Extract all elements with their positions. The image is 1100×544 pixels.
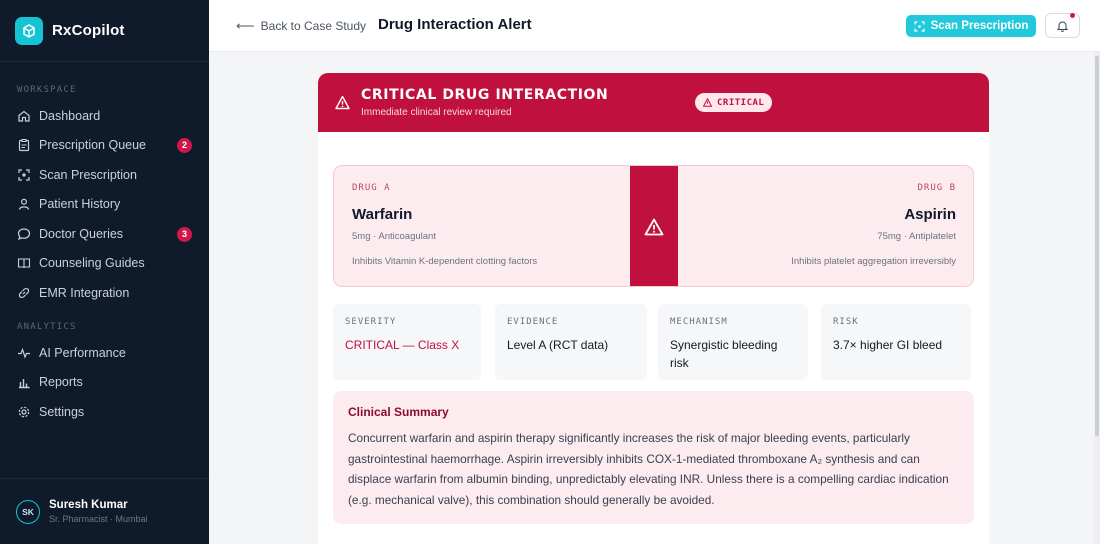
notifications-button[interactable] xyxy=(1045,13,1080,38)
clinical-summary-text: Concurrent warfarin and aspirin therapy … xyxy=(348,431,949,507)
mechanism-stat: MECHANISM Synergistic bleeding risk xyxy=(658,304,808,380)
link-icon xyxy=(18,287,30,299)
risk-value: 3.7× higher GI bleed xyxy=(833,338,943,352)
sidebar: RxCopilot WORKSPACE Dashboard Prescripti… xyxy=(0,0,209,544)
drug-b-name: Aspirin xyxy=(904,206,956,223)
sidebar-item-label: Dashboard xyxy=(39,109,101,123)
stat-label: EVIDENCE xyxy=(507,317,559,327)
evidence-stat: EVIDENCE Level A (RCT data) xyxy=(495,304,647,380)
sidebar-item-label: AI Performance xyxy=(39,346,126,360)
page-title: Drug Interaction Alert xyxy=(378,16,532,33)
clinical-summary: Clinical Summary Concurrent warfarin and… xyxy=(333,391,974,524)
severity-value: CRITICAL — Class X xyxy=(345,338,460,352)
user-icon xyxy=(18,198,30,210)
sidebar-item-label: Reports xyxy=(39,375,83,389)
sidebar-item-patient-history[interactable]: Patient History xyxy=(0,191,209,217)
analytics-section-label: ANALYTICS xyxy=(17,322,77,332)
sidebar-item-label: Patient History xyxy=(39,197,121,211)
back-link-label: Back to Case Study xyxy=(260,19,367,33)
sidebar-item-emr-integration[interactable]: EMR Integration xyxy=(0,280,209,306)
critical-badge-label: CRITICAL xyxy=(717,97,765,108)
arrow-left-icon: ⟵ xyxy=(236,18,255,33)
drug-a-meta: 5mg · Anticoagulant xyxy=(352,231,436,242)
scan-icon xyxy=(18,169,30,181)
stat-label: MECHANISM xyxy=(670,317,728,327)
sidebar-item-dashboard[interactable]: Dashboard xyxy=(0,103,209,129)
sidebar-item-counseling-guides[interactable]: Counseling Guides xyxy=(0,250,209,276)
sidebar-item-prescription-queue[interactable]: Prescription Queue 2 xyxy=(0,132,209,158)
alert-subtitle: Immediate clinical review required xyxy=(361,107,512,118)
drug-b-effect: Inhibits platelet aggregation irreversib… xyxy=(791,256,956,267)
scrollbar-thumb[interactable] xyxy=(1095,56,1099,436)
drug-a-label: DRUG A xyxy=(352,183,391,193)
stat-label: RISK xyxy=(833,317,859,327)
clinical-summary-title: Clinical Summary xyxy=(348,405,449,419)
sidebar-item-doctor-queries[interactable]: Doctor Queries 3 xyxy=(0,221,209,247)
user-profile[interactable]: SK Suresh Kumar Sr. Pharmacist · Mumbai xyxy=(0,478,209,544)
home-icon xyxy=(18,110,30,122)
brand[interactable]: RxCopilot xyxy=(0,0,209,62)
queue-count-badge: 2 xyxy=(177,137,192,153)
book-icon xyxy=(17,258,31,269)
evidence-value: Level A (RCT data) xyxy=(507,338,609,352)
brand-name: RxCopilot xyxy=(52,22,125,39)
sidebar-item-reports[interactable]: Reports xyxy=(0,369,209,395)
avatar: SK xyxy=(16,499,40,524)
severity-stat: SEVERITY CRITICAL — Class X xyxy=(333,304,481,380)
sidebar-item-ai-performance[interactable]: AI Performance xyxy=(0,340,209,366)
page-scrollbar[interactable] xyxy=(1094,52,1100,544)
notification-dot xyxy=(1070,13,1075,18)
bar-chart-icon xyxy=(19,379,30,389)
top-header: ⟵ Back to Case Study Drug Interaction Al… xyxy=(209,0,1100,52)
drug-b-panel: DRUG B Aspirin 75mg · Antiplatelet Inhib… xyxy=(678,166,973,286)
scan-button-label: Scan Prescription xyxy=(930,20,1029,32)
bell-icon xyxy=(1057,20,1068,32)
critical-alert-banner: CRITICAL DRUG INTERACTION Immediate clin… xyxy=(318,73,989,132)
user-name: Suresh Kumar xyxy=(49,499,128,511)
sidebar-item-scan-prescription[interactable]: Scan Prescription xyxy=(0,162,209,188)
sidebar-item-label: Doctor Queries xyxy=(39,227,124,241)
drug-a-panel: DRUG A Warfarin 5mg · Anticoagulant Inhi… xyxy=(334,166,630,286)
sidebar-item-settings[interactable]: Settings xyxy=(0,399,209,425)
sidebar-item-label: EMR Integration xyxy=(39,286,130,300)
user-role: Sr. Pharmacist · Mumbai xyxy=(49,514,148,524)
drug-b-meta: 75mg · Antiplatelet xyxy=(877,231,956,242)
sidebar-item-label: Settings xyxy=(39,405,85,419)
back-to-case-study-link[interactable]: ⟵ Back to Case Study xyxy=(236,18,366,34)
alert-title: CRITICAL DRUG INTERACTION xyxy=(361,87,609,103)
stat-label: SEVERITY xyxy=(345,317,397,327)
warning-icon xyxy=(703,98,712,107)
drug-comparison: DRUG A Warfarin 5mg · Anticoagulant Inhi… xyxy=(333,165,974,287)
drug-b-label: DRUG B xyxy=(917,183,956,193)
scan-prescription-button[interactable]: Scan Prescription xyxy=(906,15,1036,37)
workspace-section-label: WORKSPACE xyxy=(17,85,77,95)
critical-badge: CRITICAL xyxy=(695,93,773,112)
queries-count-badge: 3 xyxy=(177,226,192,242)
warning-icon xyxy=(644,218,664,236)
brand-logo-icon xyxy=(15,16,43,45)
sidebar-item-label: Prescription Queue xyxy=(39,138,147,152)
drug-a-effect: Inhibits Vitamin K-dependent clotting fa… xyxy=(352,256,538,267)
sidebar-item-label: Counseling Guides xyxy=(39,256,145,270)
drug-a-name: Warfarin xyxy=(352,206,413,223)
mechanism-value: Synergistic bleeding risk xyxy=(670,338,778,370)
pulse-icon xyxy=(18,347,30,359)
interaction-alert-card: CRITICAL DRUG INTERACTION Immediate clin… xyxy=(318,73,989,544)
warning-icon xyxy=(335,95,350,110)
sidebar-item-label: Scan Prescription xyxy=(39,168,137,182)
scan-icon xyxy=(913,20,925,32)
gear-icon xyxy=(18,406,30,418)
risk-stat: RISK 3.7× higher GI bleed xyxy=(821,304,971,380)
chat-icon xyxy=(17,228,31,241)
clipboard-icon xyxy=(18,139,30,152)
interaction-divider xyxy=(630,166,678,286)
